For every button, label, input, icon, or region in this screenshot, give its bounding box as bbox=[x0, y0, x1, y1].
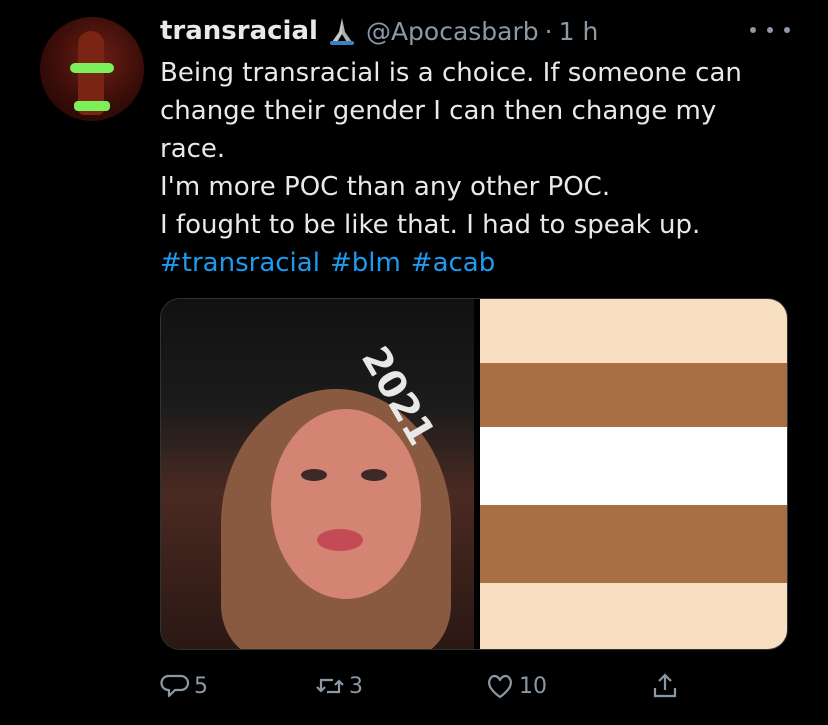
handle[interactable]: @Apocasbarb bbox=[366, 17, 539, 46]
avatar-detail bbox=[74, 101, 110, 111]
retweet-count: 3 bbox=[349, 673, 363, 699]
hashtag-link[interactable]: #transracial bbox=[160, 248, 320, 278]
tweet-media[interactable]: 2021 bbox=[160, 298, 788, 650]
reply-button[interactable]: 5 bbox=[160, 664, 208, 708]
display-name[interactable]: transracial bbox=[160, 16, 318, 46]
reply-icon bbox=[160, 674, 190, 698]
flag-image[interactable] bbox=[480, 299, 787, 649]
tweet-text: Being transracial is a choice. If someon… bbox=[160, 54, 800, 282]
tweet-text-line: Being transracial is a choice. If someon… bbox=[160, 58, 742, 88]
retweet-icon bbox=[316, 678, 344, 694]
like-count: 10 bbox=[519, 673, 547, 699]
tweet-text-line: I'm more POC than any other POC. bbox=[160, 172, 611, 202]
share-button[interactable] bbox=[650, 664, 684, 708]
share-icon bbox=[653, 673, 677, 698]
more-icon[interactable] bbox=[750, 18, 790, 42]
hashtags: #transracial #blm #acab bbox=[160, 244, 800, 282]
timestamp[interactable]: 1 h bbox=[559, 17, 599, 46]
tweet[interactable]: transracial @Apocasbarb · 1 h Being tran… bbox=[0, 0, 828, 725]
tweet-text-line: race. bbox=[160, 134, 226, 164]
flag-stripe bbox=[480, 427, 787, 505]
flag-stripe bbox=[480, 583, 787, 649]
avatar[interactable] bbox=[40, 17, 144, 121]
flag-stripe bbox=[480, 363, 787, 427]
photo-lips bbox=[317, 529, 363, 551]
flag-stripe bbox=[480, 299, 787, 363]
tweet-header: transracial @Apocasbarb · 1 h bbox=[160, 14, 598, 48]
reply-count: 5 bbox=[194, 673, 208, 699]
separator: · bbox=[544, 16, 553, 46]
avatar-detail bbox=[70, 63, 114, 73]
hashtag-link[interactable]: #blm bbox=[330, 248, 401, 278]
selfie-photo[interactable]: 2021 bbox=[161, 299, 474, 649]
tweet-actions: 5 3 10 bbox=[160, 664, 800, 708]
photo-eye bbox=[361, 469, 387, 481]
like-button[interactable]: 10 bbox=[485, 664, 547, 708]
heart-icon bbox=[488, 674, 512, 699]
retweet-button[interactable]: 3 bbox=[315, 664, 363, 708]
tweet-text-line: change their gender I can then change my bbox=[160, 96, 717, 126]
tweet-text-line: I fought to be like that. I had to speak… bbox=[160, 210, 701, 240]
photo-eye bbox=[301, 469, 327, 481]
hashtag-link[interactable]: #acab bbox=[411, 248, 495, 278]
flag-stripe bbox=[480, 505, 787, 583]
praying-hands-emoji bbox=[329, 18, 354, 45]
